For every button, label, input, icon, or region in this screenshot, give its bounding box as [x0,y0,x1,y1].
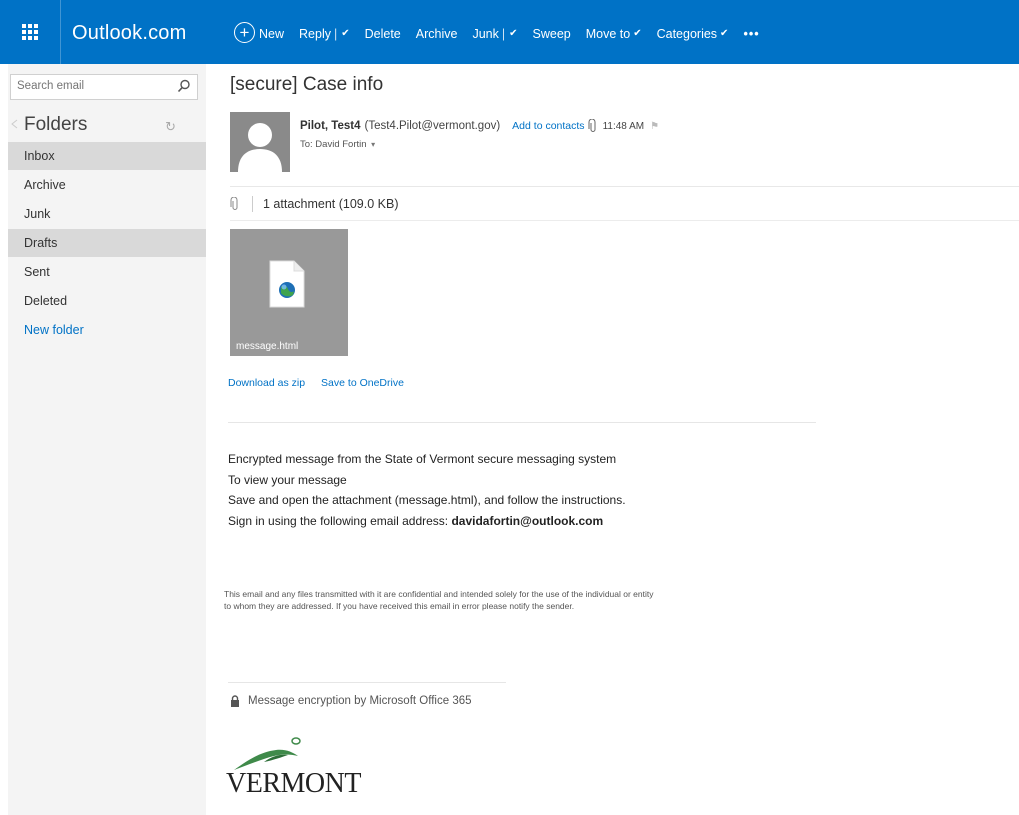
app-launcher-button[interactable] [0,0,60,64]
chevron-down-icon: ✔ [720,28,729,39]
search-box[interactable] [10,74,198,100]
move-to-button[interactable]: Move to ✔ [586,27,642,41]
more-actions-button[interactable]: ••• [743,27,759,41]
waffle-icon [22,24,38,40]
reply-button[interactable]: Reply | ✔ [299,27,350,41]
folders-header[interactable]: Folders ↻ [8,114,198,138]
vermont-wordmark: VERMONT [226,768,361,799]
avatar [230,112,290,172]
attachment-divider [252,196,253,212]
sender-name[interactable]: Pilot, Test4 [300,120,361,132]
categories-label: Categories [656,26,718,41]
folder-deleted[interactable]: Deleted [8,287,206,315]
header-divider [230,186,1019,187]
folder-inbox[interactable]: Inbox [8,142,206,170]
junk-button[interactable]: Junk | ✔ [472,27,517,41]
sweep-button[interactable]: Sweep [533,27,571,41]
chevron-down-icon: ✔ [633,28,642,39]
signin-email: davidafortin@outlook.com [451,514,604,529]
chevron-down-icon[interactable]: ✔ [341,28,349,39]
reply-split-divider: | [333,26,338,41]
junk-split-divider: | [501,26,506,41]
message-subject: [secure] Case info [230,74,384,95]
body-line: To view your message [228,472,347,487]
archive-button[interactable]: Archive [416,27,458,41]
download-as-zip-link[interactable]: Download as zip [228,377,305,389]
folder-sidebar: Folders ↻ Inbox Archive Junk Drafts Sent… [8,64,206,815]
message-time: 11:48 AM [602,120,645,132]
save-to-onedrive-link[interactable]: Save to OneDrive [321,377,404,389]
attachment-bar: 1 attachment (109.0 KB) [230,192,1019,216]
encryption-note: Message encryption by Microsoft Office 3… [230,695,472,707]
top-bar: Outlook.com + New Reply | ✔ Delete Archi… [0,0,1019,64]
confidentiality-disclaimer: This email and any files transmitted wit… [224,588,844,612]
body-text: Sign in using the following email addres… [228,514,452,529]
attachment-actions: Download as zip Save to OneDrive [228,377,420,389]
attachment-tile[interactable]: message.html [230,229,348,356]
sender-email: (Test4.Pilot@vermont.gov) [364,120,501,132]
move-to-label: Move to [585,26,631,41]
html-file-icon [269,260,305,308]
attachment-filename: message.html [236,341,299,352]
body-divider [228,422,816,423]
paperclip-icon [588,119,596,132]
recipient-line[interactable]: To: David Fortin ▾ [300,139,375,150]
junk-label: Junk [472,26,499,41]
message-body: Encrypted message from the State of Verm… [228,449,626,532]
command-bar: + New Reply | ✔ Delete Archive Junk | ✔ … [234,22,775,43]
search-icon[interactable] [177,79,191,93]
chevron-down-icon: ▾ [371,140,376,149]
app-title[interactable]: Outlook.com [72,22,186,45]
person-silhouette-icon [238,123,282,172]
reading-pane: [secure] Case info Pilot, Test4 (Test4.P… [208,64,1019,815]
reply-label: Reply [299,26,331,41]
disclaimer-line: to whom they are addressed. If you have … [224,601,575,611]
flag-icon[interactable]: ⚑ [650,121,659,132]
collapse-caret-icon [11,119,18,129]
encryption-text: Message encryption by Microsoft Office 3… [248,695,472,707]
brand-divider [60,0,61,64]
attachment-divider-line [230,220,1019,221]
paperclip-icon [230,197,238,210]
folder-sent[interactable]: Sent [8,258,206,286]
refresh-icon[interactable]: ↻ [165,119,176,135]
body-line: Sign in using the following email addres… [228,511,626,532]
delete-button[interactable]: Delete [365,27,401,41]
body-line: Save and open the attachment (message.ht… [228,493,626,508]
body-line: Encrypted message from the State of Verm… [228,452,617,466]
new-folder-link[interactable]: New folder [8,316,206,344]
folder-archive[interactable]: Archive [8,171,206,199]
recipient-text: To: David Fortin [300,139,367,150]
attachment-summary: 1 attachment (109.0 KB) [263,197,399,211]
sender-line: Pilot, Test4 (Test4.Pilot@vermont.gov) A… [300,119,659,133]
disclaimer-line: This email and any files transmitted wit… [224,589,654,599]
plus-icon: + [234,22,255,43]
add-to-contacts-link[interactable]: Add to contacts [512,120,584,132]
folder-drafts[interactable]: Drafts [8,229,206,257]
folders-title: Folders [24,114,88,135]
new-label: New [259,26,285,41]
lock-icon [231,695,239,707]
folder-junk[interactable]: Junk [8,200,206,228]
search-input[interactable] [17,80,167,92]
chevron-down-icon[interactable]: ✔ [509,28,517,39]
new-button[interactable]: + New [234,22,285,43]
categories-button[interactable]: Categories ✔ [657,27,729,41]
encryption-divider [228,682,506,683]
vermont-logo: VERMONT [226,734,361,809]
